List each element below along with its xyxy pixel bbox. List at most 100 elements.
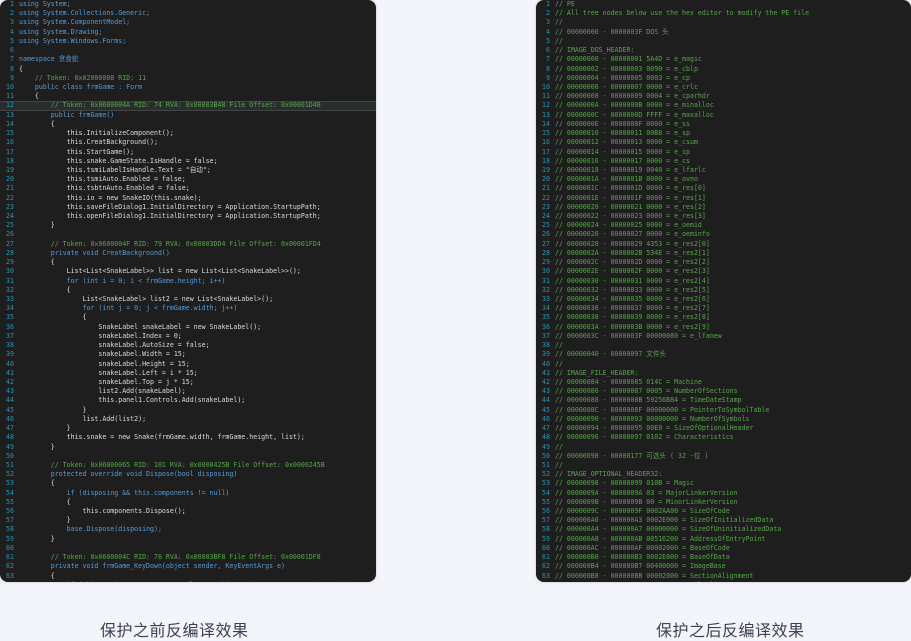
code-text: List<List<SnakeLabel>> list = new List<L…: [19, 267, 301, 276]
code-text: // 0000000C - 0000000D FFFF = e_maxalloc: [555, 110, 714, 119]
code-text: // 00000020 - 00000021 0000 = e_res[2]: [555, 202, 706, 211]
code-text: // 00000014 - 00000015 0000 = e_ip: [555, 147, 690, 156]
code-text: // 0000009B - 0000009B 00 = MinorLinkerV…: [555, 497, 738, 506]
code-text: this.components.Dispose();: [19, 507, 186, 516]
line-number: 10: [6, 82, 14, 91]
code-line: 38 //: [536, 341, 911, 350]
code-text: // 0000002A - 0000002B 534E = e_res2[1]: [555, 248, 710, 257]
code-text: // PE: [555, 0, 575, 8]
code-text: using System.ComponentModel;: [19, 18, 131, 27]
code-text: // 0000009A - 0000009A 03 = MajorLinkerV…: [555, 488, 738, 497]
code-text: // 00000008 - 00000009 0004 = e_cparhdr: [555, 92, 710, 101]
code-text: // 00000018 - 00000019 0040 = e_lfarlc: [555, 165, 706, 174]
line-number: 29: [6, 258, 14, 267]
line-number: 58: [542, 525, 550, 534]
code-line: 30 // 0000002E - 0000002F 0000 = e_res2[3…: [536, 267, 911, 276]
code-line: 49 }: [0, 443, 376, 452]
code-line: 34 for (int j = 0; j < frmGame.width; j+…: [0, 304, 376, 313]
code-line: 20 this.tsmiAuto.Enabled = false;: [0, 175, 376, 184]
code-text: // Token: 0x0600004A RID: 74 RVA: 0x0000…: [19, 101, 321, 110]
code-text: // 00000034 - 00000035 0000 = e_res2[6]: [555, 295, 710, 303]
code-line: 31 // 00000030 - 00000031 0000 = e_res2[4…: [536, 277, 911, 286]
code-line: 33 // 00000034 - 00000035 0000 = e_res2[6…: [536, 295, 911, 304]
line-number: 36: [542, 322, 550, 331]
code-text: // 00000030 - 00000031 0000 = e_res2[4]: [555, 276, 710, 285]
code-text: // 00000000 - 0000003F DOS 头: [555, 27, 669, 36]
code-line: 36 SnakeLabel snakeLabel = new SnakeLabe…: [0, 323, 376, 332]
code-line: 5 //: [536, 37, 911, 46]
code-text: using System.Drawing;: [19, 27, 103, 36]
line-number: 45: [6, 405, 14, 414]
line-number: 9: [546, 73, 550, 82]
code-line: 10 // 00000006 - 00000007 0000 = e_crlc: [536, 83, 911, 92]
code-text: {: [19, 479, 55, 488]
code-text: // 00000016 - 00000017 0000 = e_cs: [555, 156, 690, 165]
code-text: // 00000084 - 00000085 014C = Machine: [555, 377, 702, 386]
line-number: 7: [546, 55, 550, 64]
caption-after-protection: 保护之后反编译效果: [656, 621, 805, 640]
code-text: using System.Windows.Forms;: [19, 36, 127, 45]
line-number: 25: [6, 221, 14, 230]
code-text: }: [19, 221, 55, 230]
code-line: 10 public class frmGame : Form: [0, 83, 376, 92]
code-text: // 0000003A - 0000003B 0000 = e_res2[9]: [555, 322, 710, 331]
code-line: 2 // All tree nodes below use the hex edi…: [536, 9, 911, 18]
code-line: 59 }: [0, 535, 376, 544]
code-line: 61 // 000000B0 - 000000B3 0002E000 = Base…: [536, 553, 911, 562]
code-line: 29 {: [0, 258, 376, 267]
line-number: 11: [542, 92, 550, 101]
line-number: 34: [6, 304, 14, 313]
code-line: 19 // 00000018 - 00000019 0040 = e_lfarlc: [536, 166, 911, 175]
code-line: 58 // 000000A4 - 000000A7 00000000 = Size…: [536, 525, 911, 534]
line-number: 2: [10, 9, 14, 18]
code-text: //: [555, 460, 563, 469]
code-line: 18 // 00000016 - 00000017 0000 = e_cs: [536, 157, 911, 166]
line-number: 61: [6, 553, 14, 562]
code-line: 52 protected override void Dispose(bool …: [0, 470, 376, 479]
code-line: 44 this.panel1.Controls.Add(snakeLabel);: [0, 396, 376, 405]
code-text: {: [19, 64, 23, 73]
code-line: 48 this.snake = new Snake(frmGame.width,…: [0, 433, 376, 442]
code-line: 52 // IMAGE_OPTIONAL_HEADER32:: [536, 470, 911, 479]
decompiled-code-after-protection[interactable]: 1 // PE 2 // All tree nodes below use the h…: [536, 0, 911, 582]
code-text: {: [19, 313, 87, 322]
line-number: 33: [6, 295, 14, 303]
code-text: // 000000B0 - 000000B3 0002E000 = BaseOf…: [555, 553, 730, 562]
line-number: 30: [6, 267, 14, 276]
line-number: 55: [6, 497, 14, 506]
decompiled-code-before-protection[interactable]: 1 using System; 2 using System.Collections.…: [0, 0, 376, 582]
code-line: 15 // 00000010 - 00000011 00B8 = e_sp: [536, 129, 911, 138]
code-line: 60: [0, 544, 376, 553]
code-text: SnakeLabel snakeLabel = new SnakeLabel()…: [19, 322, 262, 331]
code-text: // 0000002E - 0000002F 0000 = e_res2[3]: [555, 267, 710, 276]
line-number: 16: [6, 138, 14, 147]
code-line: 12 // 0000000A - 0000000B 0000 = e_minall…: [536, 101, 911, 110]
code-text: // 00000098 - 00000099 010B = Magic: [555, 479, 694, 488]
code-line: 15 this.InitializeComponent();: [0, 129, 376, 138]
line-number: 24: [542, 212, 550, 221]
code-text: snakeLabel.Width = 15;: [19, 350, 186, 359]
code-text: //: [555, 36, 563, 45]
code-line: 37 // 0000003C - 0000003F 00000080 = e_lf…: [536, 332, 911, 341]
code-text: // IMAGE_FILE_HEADER:: [555, 368, 639, 377]
code-text: // 00000000 - 00000001 5A4D = e_magic: [555, 55, 702, 64]
code-line: 53 {: [0, 479, 376, 488]
code-line: 62 private void frmGame_KeyDown(object s…: [0, 562, 376, 571]
code-text: for (int i = 0; i < frmGame.height; i++): [19, 276, 226, 285]
code-line: 5 using System.Windows.Forms;: [0, 37, 376, 46]
code-line: 17 // 00000014 - 00000015 0000 = e_ip: [536, 148, 911, 157]
code-line: 29 // 0000002C - 0000002D 0000 = e_res2[2…: [536, 258, 911, 267]
code-line: 32 // 00000032 - 00000033 0000 = e_res2[5…: [536, 286, 911, 295]
code-line: 13 public frmGame(): [0, 111, 376, 120]
code-line: 12 // Token: 0x0600004A RID: 74 RVA: 0x0…: [0, 101, 376, 111]
line-number: 40: [6, 359, 14, 368]
line-number: 16: [542, 138, 550, 147]
code-line: 45 // 0000008C - 0000008F 00000000 = Poin…: [536, 406, 911, 415]
code-text: //: [555, 18, 563, 27]
line-number: 29: [542, 258, 550, 267]
code-line: 57 }: [0, 516, 376, 525]
code-text: // 00000038 - 00000039 0000 = e_res2[8]: [555, 313, 710, 322]
line-number: 26: [6, 230, 14, 239]
line-number: 4: [10, 27, 14, 36]
code-text: this.openFileDialog1.InitialDirectory = …: [19, 212, 321, 221]
